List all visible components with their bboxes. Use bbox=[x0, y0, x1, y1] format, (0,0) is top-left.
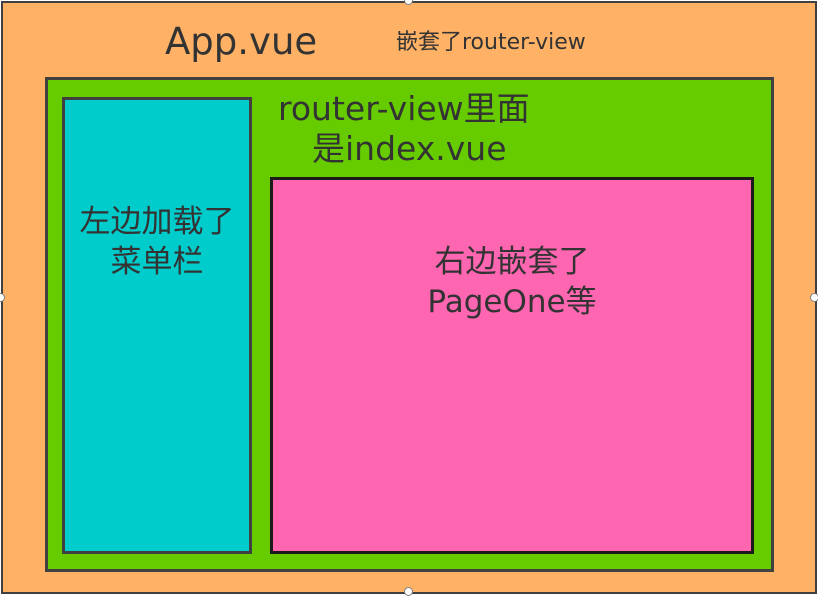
page-panel-label: 右边嵌套了 PageOne等 bbox=[270, 242, 754, 322]
menu-panel-box[interactable] bbox=[62, 97, 252, 554]
resize-handle-right[interactable] bbox=[810, 293, 818, 302]
router-view-label-line2: 是index.vue bbox=[312, 129, 507, 168]
menu-panel-label-line2: 菜单栏 bbox=[110, 244, 204, 280]
nest-router-view-note: 嵌套了router-view bbox=[396, 30, 586, 55]
page-panel-label-line1: 右边嵌套了 bbox=[434, 244, 590, 280]
page-panel-label-line2: PageOne等 bbox=[427, 284, 597, 320]
app-title: App.vue bbox=[165, 20, 318, 63]
router-view-label: router-view里面 是index.vue bbox=[278, 89, 578, 169]
page-panel-box[interactable] bbox=[270, 177, 754, 554]
router-view-label-line1: router-view里面 bbox=[278, 89, 530, 128]
menu-panel-label-line1: 左边加载了 bbox=[79, 204, 235, 240]
menu-panel-label: 左边加载了 菜单栏 bbox=[65, 202, 249, 282]
